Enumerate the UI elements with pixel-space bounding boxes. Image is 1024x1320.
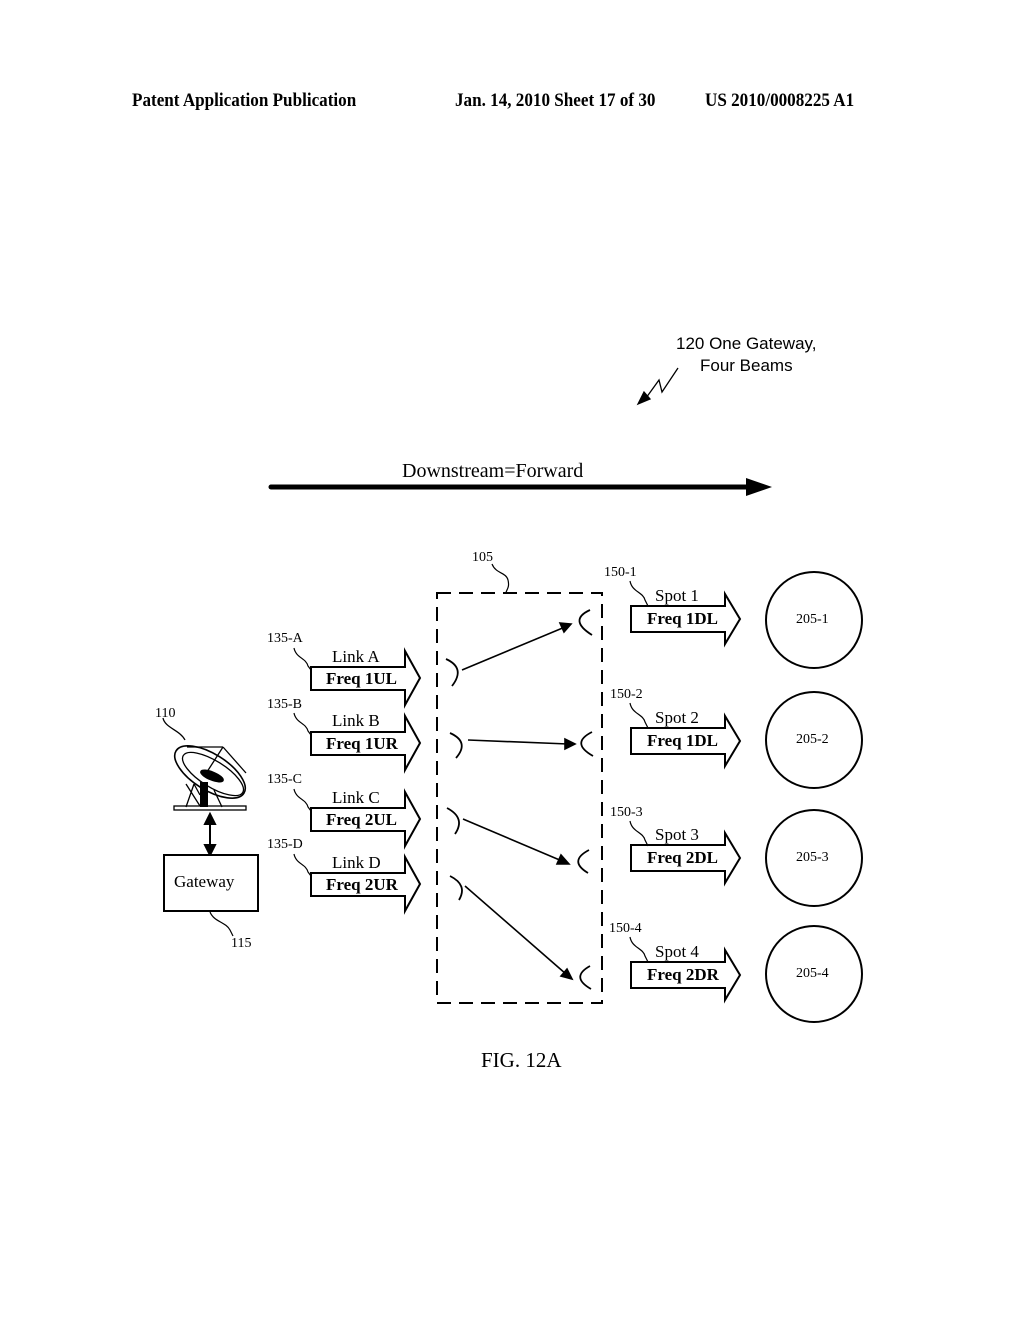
- downlink-ref: 150-3: [610, 805, 643, 820]
- uplink-name: Link A: [332, 647, 380, 666]
- downlink-ref: 150-1: [604, 565, 637, 580]
- downlink-name: Spot 1: [655, 586, 699, 605]
- antenna-gateway-link: [203, 811, 217, 858]
- downlink-ref-leaders: [629, 580, 649, 963]
- downlink-ref: 150-4: [609, 921, 642, 936]
- beam-label: 205-3: [796, 850, 829, 865]
- downlink-freq: Freq 1DL: [647, 731, 718, 750]
- rx-feed-icons: [445, 658, 463, 901]
- tx-feed-icons: [577, 609, 594, 990]
- uplink-name: Link D: [332, 853, 381, 872]
- uplink-name: Link C: [332, 788, 380, 807]
- downlink-freq: Freq 2DL: [647, 848, 718, 867]
- antenna-ref: 110: [155, 706, 176, 721]
- downlink-name: Spot 3: [655, 825, 699, 844]
- figure-callout-line1: 120 One Gateway,: [676, 334, 817, 353]
- downlink-name: Spot 2: [655, 708, 699, 727]
- downlink-freq: Freq 2DR: [647, 965, 719, 984]
- gateway-ref: 115: [231, 936, 252, 951]
- satellite-ref: 105: [472, 550, 493, 565]
- uplink-freq: Freq 1UL: [326, 669, 397, 688]
- downlink-arrows: [630, 590, 742, 1004]
- direction-label: Downstream=Forward: [402, 460, 584, 482]
- dish-antenna-icon: [162, 717, 247, 811]
- downlink-ref: 150-2: [610, 687, 643, 702]
- ref-leader-115: [209, 911, 234, 937]
- callout-arrow-120: [636, 367, 679, 406]
- beam-label: 205-2: [796, 732, 829, 747]
- uplink-ref: 135-A: [267, 631, 303, 646]
- uplink-ref: 135-C: [267, 772, 302, 787]
- figure-callout-line2: Four Beams: [700, 356, 793, 375]
- gateway-label: Gateway: [174, 872, 235, 891]
- beam-label: 205-4: [796, 966, 829, 981]
- uplink-freq: Freq 2UL: [326, 810, 397, 829]
- downlink-freq: Freq 1DL: [647, 609, 718, 628]
- satellite-box: [436, 592, 603, 1004]
- uplink-name: Link B: [332, 711, 380, 730]
- figure-label: FIG. 12A: [481, 1048, 562, 1072]
- uplink-ref: 135-B: [267, 697, 302, 712]
- uplink-arrows: [310, 647, 422, 915]
- uplink-freq: Freq 2UR: [326, 875, 398, 894]
- diagram-canvas: [162, 367, 863, 1023]
- routing-arrows: [461, 622, 577, 981]
- downlink-name: Spot 4: [655, 942, 699, 961]
- uplink-ref: 135-D: [267, 837, 303, 852]
- ref-leader-105: [491, 563, 510, 594]
- beam-label: 205-1: [796, 612, 829, 627]
- uplink-freq: Freq 1UR: [326, 734, 398, 753]
- beam-circles: [765, 571, 863, 1023]
